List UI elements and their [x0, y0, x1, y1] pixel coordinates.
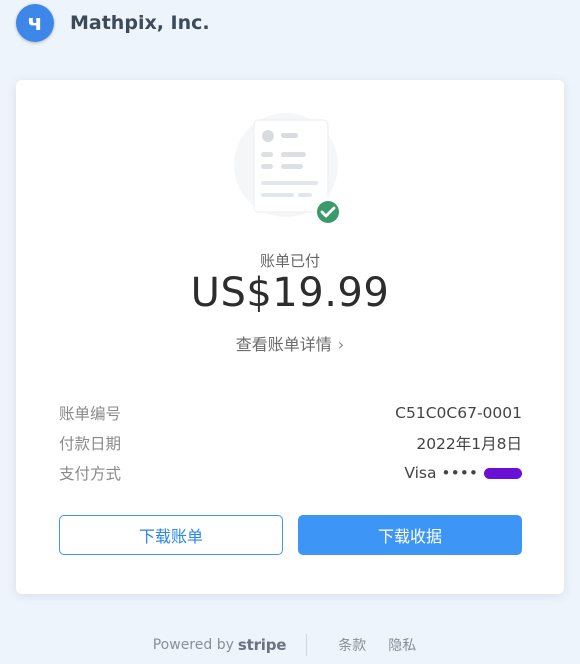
view-invoice-details-label: 查看账单详情 — [235, 335, 332, 354]
privacy-link[interactable]: 隐私 — [388, 635, 416, 655]
footer: Powered by stripe 条款 隐私 — [0, 632, 580, 658]
powered-by-label: Powered by — [152, 637, 234, 653]
payment-date-value: 2022年1月8日 — [416, 435, 522, 453]
check-circle-icon — [317, 201, 339, 223]
paid-receipt-icon — [234, 113, 341, 225]
payment-date-row: 付款日期 2022年1月8日 — [59, 428, 522, 458]
payment-method-label: 支付方式 — [59, 465, 122, 483]
download-receipt-button[interactable]: 下载收据 — [298, 515, 522, 555]
invoice-number-row: 账单编号 C51C0C67-0001 — [59, 398, 522, 428]
chevron-right-icon: › — [337, 335, 345, 354]
redaction-mark — [484, 468, 522, 479]
invoice-summary: 账单编号 C51C0C67-0001 付款日期 2022年1月8日 支付方式 V… — [59, 398, 522, 488]
footer-divider — [306, 634, 308, 656]
payment-method-row: 支付方式 Visa •••• — [59, 458, 522, 488]
amount-paid: US$19.99 — [190, 270, 390, 316]
receipt-card: 账单已付 US$19.99 查看账单详情 › 账单编号 C51C0C67-0001… — [16, 80, 564, 594]
payment-date-label: 付款日期 — [59, 435, 122, 453]
download-invoice-button[interactable]: 下载账单 — [59, 515, 283, 555]
header: ч Mathpix, Inc. — [16, 0, 210, 46]
payment-status: 账单已付 — [259, 252, 320, 270]
powered-by-stripe[interactable]: Powered by stripe — [153, 636, 287, 654]
card-brand-digits: Visa •••• — [404, 464, 478, 482]
payment-method-value: Visa •••• — [404, 464, 522, 482]
invoice-number-value: C51C0C67-0001 — [395, 404, 522, 422]
mathpix-logo-icon[interactable]: ч — [16, 4, 54, 42]
company-name: Mathpix, Inc. — [70, 12, 210, 34]
terms-link[interactable]: 条款 — [338, 635, 366, 655]
view-invoice-details-link[interactable]: 查看账单详情 › — [16, 331, 564, 355]
invoice-number-label: 账单编号 — [59, 405, 122, 423]
stripe-logo: stripe — [237, 636, 287, 654]
